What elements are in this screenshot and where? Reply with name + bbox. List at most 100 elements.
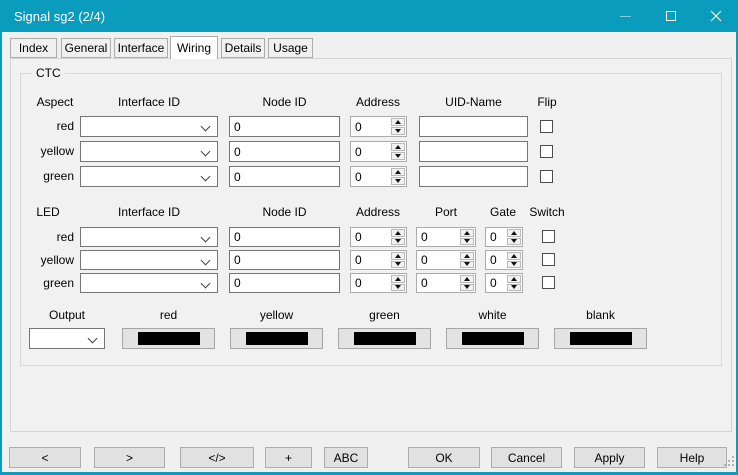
led-red-port-spinner[interactable]: 0 xyxy=(416,227,476,247)
led-yellow-interface-combo[interactable] xyxy=(80,250,218,270)
aspect-red-label: red xyxy=(22,116,74,137)
spin-up-button[interactable] xyxy=(391,168,405,176)
aspect-yellow-address-spinner[interactable]: 0 xyxy=(350,141,407,162)
led-yellow-address-spinner[interactable]: 0 xyxy=(350,250,407,270)
led-yellow-port-spinner[interactable]: 0 xyxy=(416,250,476,270)
tab-index[interactable]: Index xyxy=(10,38,57,58)
window-title: Signal sg2 (2/4) xyxy=(0,9,603,24)
apply-button[interactable]: Apply xyxy=(574,447,645,468)
spin-up-button[interactable] xyxy=(507,229,521,237)
spin-down-button[interactable] xyxy=(460,284,474,292)
spin-down-button[interactable] xyxy=(391,152,405,160)
aspect-green-interface-combo[interactable] xyxy=(80,166,218,187)
interface-id-col-header: Interface ID xyxy=(80,95,218,109)
led-red-gate-spinner[interactable]: 0 xyxy=(485,227,523,247)
led-green-interface-combo[interactable] xyxy=(80,273,218,293)
spin-up-button[interactable] xyxy=(391,275,405,283)
address-col-header: Address xyxy=(332,95,424,109)
minimize-button[interactable] xyxy=(603,0,648,32)
titlebar[interactable]: Signal sg2 (2/4) xyxy=(0,0,738,32)
chevron-down-icon xyxy=(88,334,98,344)
led-red-switch-checkbox[interactable] xyxy=(542,230,555,243)
chevron-down-icon xyxy=(201,172,211,182)
dialog-content: Index General Interface Wiring Details U… xyxy=(2,32,736,472)
aspect-yellow-flip-checkbox[interactable] xyxy=(540,145,553,158)
spin-up-button[interactable] xyxy=(391,118,405,126)
spin-down-button[interactable] xyxy=(391,261,405,269)
aspect-yellow-uid-name-input[interactable] xyxy=(419,141,528,162)
spin-up-button[interactable] xyxy=(391,229,405,237)
spin-up-button[interactable] xyxy=(391,143,405,151)
output-combo[interactable] xyxy=(29,328,105,349)
led-green-address-spinner[interactable]: 0 xyxy=(350,273,407,293)
add-button[interactable]: + xyxy=(265,447,312,468)
maximize-button[interactable] xyxy=(648,0,693,32)
led-green-port-spinner[interactable]: 0 xyxy=(416,273,476,293)
spin-down-button[interactable] xyxy=(391,238,405,246)
spinner-value: 0 xyxy=(351,276,390,290)
led-red-interface-combo[interactable] xyxy=(80,227,218,247)
output-white-button[interactable] xyxy=(446,328,539,349)
led-yellow-gate-spinner[interactable]: 0 xyxy=(485,250,523,270)
close-icon xyxy=(710,10,722,22)
flip-col-header: Flip xyxy=(517,95,577,109)
aspect-yellow-interface-combo[interactable] xyxy=(80,141,218,162)
led-red-node-id-input[interactable] xyxy=(229,227,340,247)
aspect-red-node-id-input[interactable] xyxy=(229,116,340,137)
aspect-red-uid-name-input[interactable] xyxy=(419,116,528,137)
spin-down-button[interactable] xyxy=(460,261,474,269)
spin-down-button[interactable] xyxy=(391,177,405,185)
spin-up-button[interactable] xyxy=(391,252,405,260)
spin-down-button[interactable] xyxy=(507,261,521,269)
dialog-window: Signal sg2 (2/4) Index General Interface… xyxy=(0,0,738,475)
abc-button[interactable]: ABC xyxy=(324,447,368,468)
aspect-green-uid-name-input[interactable] xyxy=(419,166,528,187)
aspect-green-label: green xyxy=(22,166,74,187)
spinner-value: 0 xyxy=(486,276,506,290)
tab-details[interactable]: Details xyxy=(221,38,265,58)
xml-button[interactable]: </> xyxy=(180,447,254,468)
aspect-red-flip-checkbox[interactable] xyxy=(540,120,553,133)
spin-up-button[interactable] xyxy=(460,252,474,260)
tab-wiring[interactable]: Wiring xyxy=(170,36,218,59)
led-yellow-node-id-input[interactable] xyxy=(229,250,340,270)
led-red-address-spinner[interactable]: 0 xyxy=(350,227,407,247)
output-yellow-button[interactable] xyxy=(230,328,323,349)
close-button[interactable] xyxy=(693,0,738,32)
aspect-green-flip-checkbox[interactable] xyxy=(540,170,553,183)
spin-down-button[interactable] xyxy=(391,284,405,292)
led-green-switch-checkbox[interactable] xyxy=(542,276,555,289)
spin-down-button[interactable] xyxy=(507,284,521,292)
tab-usage[interactable]: Usage xyxy=(268,38,313,58)
output-blank-button[interactable] xyxy=(554,328,647,349)
output-white-header: white xyxy=(446,308,539,322)
spin-down-button[interactable] xyxy=(507,238,521,246)
help-button[interactable]: Help xyxy=(657,447,727,468)
output-green-button[interactable] xyxy=(338,328,431,349)
spin-down-button[interactable] xyxy=(460,238,474,246)
node-id-col-header: Node ID xyxy=(229,205,340,219)
aspect-red-address-spinner[interactable]: 0 xyxy=(350,116,407,137)
spin-up-button[interactable] xyxy=(460,275,474,283)
led-green-gate-spinner[interactable]: 0 xyxy=(485,273,523,293)
next-button[interactable]: > xyxy=(94,447,165,468)
aspect-green-node-id-input[interactable] xyxy=(229,166,340,187)
aspect-yellow-node-id-input[interactable] xyxy=(229,141,340,162)
spin-up-button[interactable] xyxy=(507,275,521,283)
tab-general[interactable]: General xyxy=(61,38,111,58)
led-yellow-switch-checkbox[interactable] xyxy=(542,253,555,266)
ok-button[interactable]: OK xyxy=(408,447,480,468)
spin-up-button[interactable] xyxy=(507,252,521,260)
led-green-node-id-input[interactable] xyxy=(229,273,340,293)
resize-grip-icon[interactable] xyxy=(724,456,734,466)
tab-interface[interactable]: Interface xyxy=(114,38,168,58)
cancel-button[interactable]: Cancel xyxy=(491,447,562,468)
led-green-label: green xyxy=(22,273,74,294)
aspect-red-interface-combo[interactable] xyxy=(80,116,218,137)
spin-up-button[interactable] xyxy=(460,229,474,237)
output-red-button[interactable] xyxy=(122,328,215,349)
color-swatch xyxy=(462,332,524,345)
prev-button[interactable]: < xyxy=(9,447,81,468)
aspect-green-address-spinner[interactable]: 0 xyxy=(350,166,407,187)
spin-down-button[interactable] xyxy=(391,127,405,135)
